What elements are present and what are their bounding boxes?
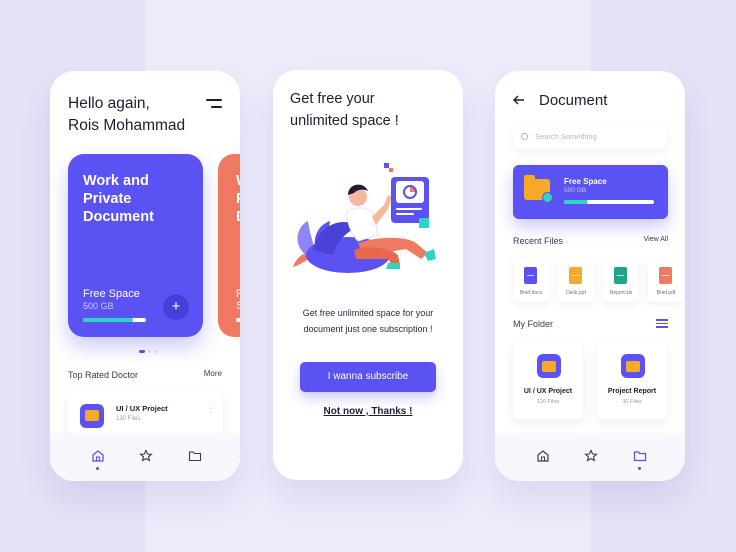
file-name: Deck.ppt [566, 290, 586, 296]
document-card-next[interactable]: Work and Private Document Free Space [218, 154, 240, 337]
card-title: Work and Private Document [83, 173, 154, 225]
back-arrow-icon[interactable] [512, 93, 526, 110]
illustration [293, 163, 436, 273]
more-options-icon[interactable]: · · · [209, 401, 212, 417]
folder-count: 30 Files [622, 399, 642, 405]
folder-card[interactable]: UI / UX Project 130 Files [513, 343, 583, 419]
subscribe-button[interactable]: I wanna subscribe [300, 362, 436, 392]
page-title: Get free your unlimited space ! [290, 91, 399, 129]
home-screen: Hello again, Rois Mohammad Work and Priv… [50, 71, 240, 481]
card-title: Work and Private Document [236, 172, 240, 226]
storage-progress-fill [564, 200, 587, 204]
search-icon [521, 133, 528, 140]
my-folder-title: My Folder [513, 319, 554, 329]
free-space-size: 500 GB [83, 301, 114, 311]
storage-progress [564, 200, 654, 204]
storage-progress-fill [83, 318, 134, 322]
file-card[interactable]: Brief.pdf [648, 260, 684, 302]
user-name: Rois Mohammad [68, 117, 186, 134]
search-input[interactable]: Search Something [513, 125, 667, 149]
free-space-label: Free Space [564, 177, 607, 186]
file-name: Brief.docs [519, 290, 543, 296]
file-card[interactable]: Deck.ppt [558, 260, 594, 302]
folder-icon [80, 404, 104, 428]
storage-progress [83, 318, 146, 322]
document-card[interactable]: Work and Private Document Free Space 500… [68, 154, 203, 337]
storage-card[interactable]: Free Space 500 GB [513, 165, 668, 219]
description: Get free unlimited space for your docume… [302, 308, 434, 334]
list-view-icon[interactable] [656, 319, 668, 330]
star-icon[interactable] [583, 449, 599, 465]
home-icon[interactable] [535, 449, 551, 465]
document-screen: Document Search Something Free Space 500… [495, 71, 685, 481]
page-title: Document [539, 92, 608, 109]
document-icon [524, 267, 537, 284]
list-item-subtitle: 130 Files [116, 416, 141, 422]
greeting-line-1: Hello again, [68, 95, 150, 112]
add-button[interactable]: + [163, 294, 189, 320]
document-icon [614, 267, 627, 284]
folder-name: UI / UX Project [523, 388, 573, 395]
home-icon[interactable] [90, 449, 106, 465]
active-indicator [96, 467, 99, 470]
menu-icon[interactable] [206, 99, 222, 113]
file-name: Brief.pdf [656, 290, 676, 296]
free-space-label: Free Space [83, 288, 140, 300]
folder-icon [524, 175, 553, 203]
recent-files-title: Recent Files [513, 236, 564, 246]
storage-progress [236, 318, 240, 322]
document-icon [569, 267, 582, 284]
free-space-size: 500 GB [564, 187, 587, 194]
folder-count: 130 Files [536, 399, 560, 405]
section-title: Top Rated Doctor [68, 370, 139, 380]
not-now-link[interactable]: Not now , Thanks ! [288, 406, 448, 417]
folder-icon[interactable] [187, 449, 203, 465]
more-link[interactable]: More [204, 369, 222, 378]
carousel-indicator [139, 350, 157, 353]
greeting: Hello again, Rois Mohammad [68, 93, 185, 137]
folder-icon [537, 354, 561, 378]
file-name: Report.xls [609, 290, 633, 296]
view-all-link[interactable]: View All [644, 236, 668, 243]
list-item[interactable]: UI / UX Project 130 Files · · · [68, 391, 222, 437]
recent-files-list: Brief.docs Deck.ppt Report.xls Brief.pdf [513, 260, 684, 302]
free-space-label: Free Space [236, 288, 240, 312]
document-icon [659, 267, 672, 284]
bottom-nav [50, 433, 240, 481]
file-card[interactable]: Report.xls [603, 260, 639, 302]
active-indicator [638, 467, 641, 470]
file-card[interactable]: Brief.docs [513, 260, 549, 302]
list-item-title: UI / UX Project [116, 404, 168, 413]
folder-icon[interactable] [632, 449, 648, 465]
subscription-screen: Get free your unlimited space ! Get free… [273, 70, 463, 480]
folder-card[interactable]: Project Report 30 Files [597, 343, 667, 419]
search-placeholder: Search Something [535, 132, 597, 141]
star-icon[interactable] [138, 449, 154, 465]
folder-name: Project Report [607, 388, 657, 395]
bottom-nav [495, 433, 685, 481]
folder-icon [621, 354, 645, 378]
